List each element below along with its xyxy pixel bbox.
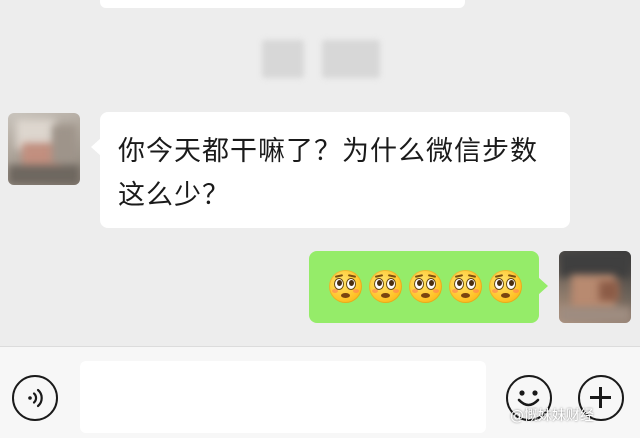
message-input[interactable]	[80, 361, 486, 433]
received-message-bubble[interactable]: 你今天都干嘛了？为什么微信步数这么少？	[91, 112, 570, 228]
pleading-face-emoji	[369, 270, 402, 303]
pleading-face-emoji	[489, 270, 522, 303]
pleading-face-emoji	[329, 270, 362, 303]
sent-message-bubble[interactable]	[309, 251, 548, 323]
chat-area[interactable]: 你今天都干嘛了？为什么微信步数这么少？	[0, 0, 640, 346]
previous-message-bubble[interactable]	[100, 0, 465, 8]
contact-avatar[interactable]	[8, 113, 80, 185]
voice-button[interactable]	[12, 375, 58, 421]
pleading-face-emoji	[409, 270, 442, 303]
watermark: @慨妹妹财经	[510, 408, 594, 424]
blurred-timestamp-part	[262, 40, 304, 78]
blurred-timestamp-part	[322, 40, 380, 78]
blurred-timestamp	[258, 40, 388, 80]
user-avatar[interactable]	[559, 251, 631, 323]
received-message-text: 你今天都干嘛了？为什么微信步数这么少？	[118, 136, 538, 211]
pleading-face-emoji	[449, 270, 482, 303]
voice-waves-icon	[28, 388, 43, 408]
